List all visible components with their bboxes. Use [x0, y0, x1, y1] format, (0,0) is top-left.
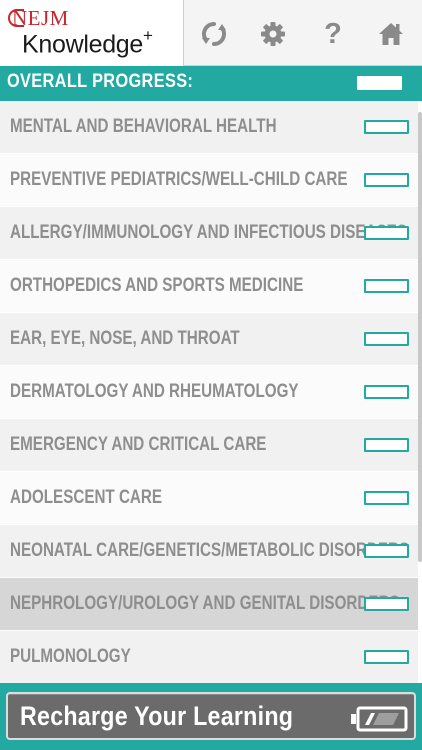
- refresh-button[interactable]: [194, 14, 234, 54]
- topic-row[interactable]: EAR, EYE, NOSE, AND THROAT: [0, 313, 418, 366]
- topic-label: ORTHOPEDICS AND SPORTS MEDICINE: [10, 275, 304, 296]
- topic-progress-meter: [364, 332, 409, 346]
- topic-list: MENTAL AND BEHAVIORAL HEALTH PREVENTIVE …: [0, 101, 418, 684]
- app-logo: NEJM Knowledge+: [0, 0, 184, 66]
- topic-progress-meter: [364, 279, 409, 293]
- logo-product: Knowledge+: [22, 26, 153, 59]
- topic-row[interactable]: MENTAL AND BEHAVIORAL HEALTH: [0, 101, 418, 154]
- gear-icon: [261, 22, 285, 46]
- topic-progress-meter: [364, 120, 409, 134]
- topic-row[interactable]: ADOLESCENT CARE: [0, 472, 418, 525]
- topic-row[interactable]: PREVENTIVE PEDIATRICS/WELL-CHILD CARE: [0, 154, 418, 207]
- overall-progress-bar: OVERALL PROGRESS:: [0, 66, 422, 101]
- help-button[interactable]: ?: [313, 14, 353, 54]
- topic-progress-meter: [364, 650, 409, 664]
- topic-progress-meter: [364, 385, 409, 399]
- topic-progress-meter: [364, 544, 409, 558]
- topic-row[interactable]: ALLERGY/IMMUNOLOGY AND INFECTIOUS DISEAS…: [0, 207, 418, 260]
- topic-progress-meter: [364, 226, 409, 240]
- overall-progress-meter: [357, 76, 402, 90]
- home-icon: [379, 23, 403, 45]
- topic-row[interactable]: EMERGENCY AND CRITICAL CARE: [0, 419, 418, 472]
- settings-button[interactable]: [253, 14, 293, 54]
- topic-progress-meter: [364, 491, 409, 505]
- topic-progress-meter: [364, 438, 409, 452]
- question-icon: ?: [324, 17, 342, 50]
- app-header: NEJM Knowledge+ ?: [0, 0, 422, 66]
- topic-row[interactable]: ORTHOPEDICS AND SPORTS MEDICINE: [0, 260, 418, 313]
- topic-row[interactable]: DERMATOLOGY AND RHEUMATOLOGY: [0, 366, 418, 419]
- footer-bar: Recharge Your Learning: [0, 683, 422, 750]
- battery-icon: [351, 706, 408, 732]
- topic-label: MENTAL AND BEHAVIORAL HEALTH: [10, 116, 277, 137]
- topic-row[interactable]: NEONATAL CARE/GENETICS/METABOLIC DISORDE…: [0, 525, 418, 578]
- topic-label: PULMONOLOGY: [10, 646, 131, 667]
- refresh-icon: [202, 22, 226, 46]
- home-button[interactable]: [371, 14, 411, 54]
- topic-row[interactable]: PULMONOLOGY: [0, 631, 418, 684]
- topic-label: EMERGENCY AND CRITICAL CARE: [10, 434, 267, 455]
- topic-label: PREVENTIVE PEDIATRICS/WELL-CHILD CARE: [10, 169, 348, 190]
- topic-progress-meter: [364, 597, 409, 611]
- logo-brand-text: NEJM: [12, 6, 69, 30]
- topic-label: EAR, EYE, NOSE, AND THROAT: [10, 328, 240, 349]
- topic-label: ADOLESCENT CARE: [10, 487, 163, 508]
- topic-row[interactable]: NEPHROLOGY/UROLOGY AND GENITAL DISORDERS: [0, 578, 418, 631]
- topic-label: DERMATOLOGY AND RHEUMATOLOGY: [10, 381, 299, 402]
- logo-plus-mark: +: [143, 26, 153, 45]
- logo-product-text: Knowledge: [22, 30, 144, 59]
- topic-label: ALLERGY/IMMUNOLOGY AND INFECTIOUS DISEAS…: [10, 222, 407, 243]
- list-scrollbar[interactable]: [418, 112, 422, 562]
- overall-progress-label: OVERALL PROGRESS:: [7, 71, 194, 92]
- topic-label: NEPHROLOGY/UROLOGY AND GENITAL DISORDERS: [10, 593, 400, 614]
- topic-label: NEONATAL CARE/GENETICS/METABOLIC DISORDE…: [10, 540, 410, 561]
- topic-progress-meter: [364, 173, 409, 187]
- recharge-button-label: Recharge Your Learning: [20, 701, 294, 731]
- recharge-button[interactable]: Recharge Your Learning: [6, 692, 416, 740]
